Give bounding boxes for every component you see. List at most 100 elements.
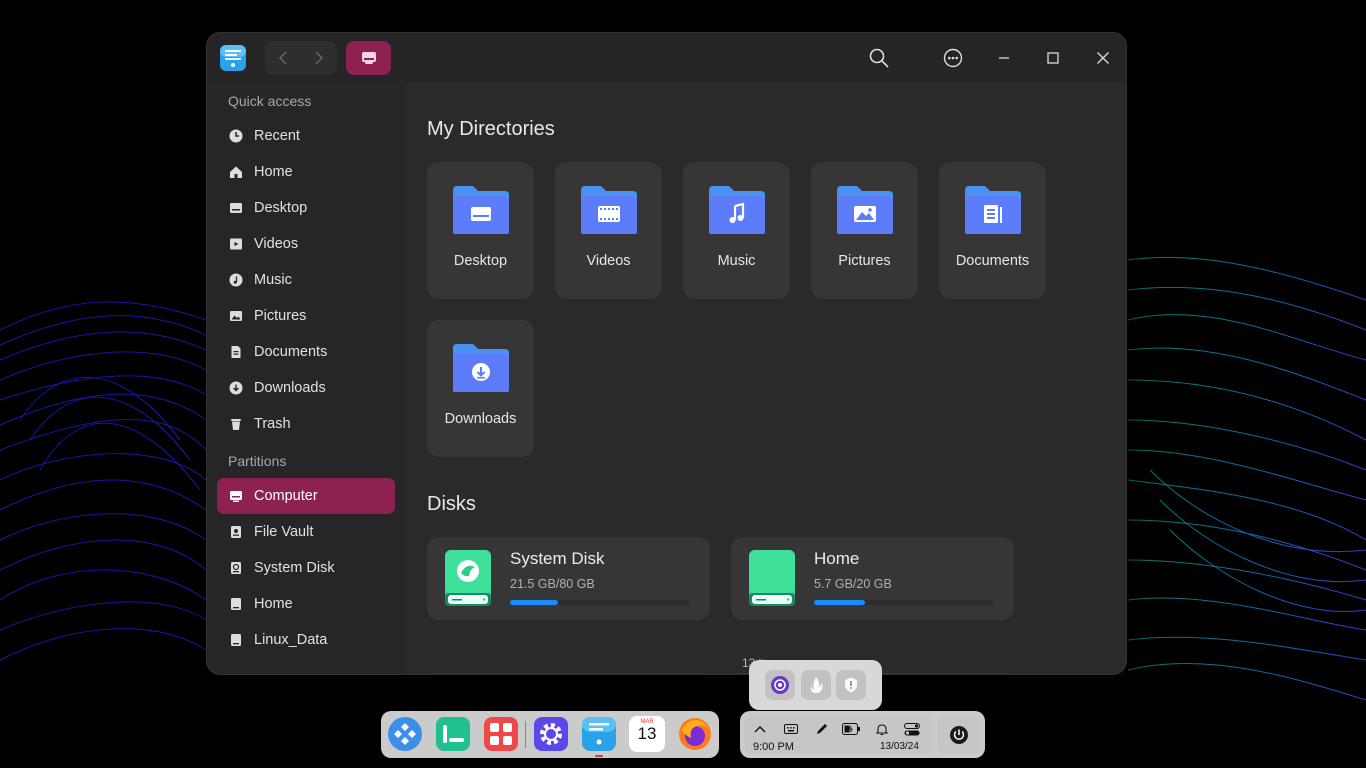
multitask-icon[interactable] — [435, 716, 471, 752]
directory-label: Videos — [586, 253, 631, 269]
sidebar-item-trash[interactable]: Trash — [217, 406, 395, 442]
sidebar-item-music[interactable]: Music — [217, 262, 395, 298]
clock-icon — [229, 129, 243, 143]
disk-card-system-disk[interactable]: System Disk 21.5 GB/80 GB — [427, 537, 710, 620]
disk-usage-fill — [510, 600, 559, 605]
minimize-icon — [999, 57, 1009, 59]
file-manager-window: Quick access Recent Home Desktop Videos … — [206, 32, 1127, 675]
app-store-icon[interactable] — [483, 716, 519, 752]
keyboard-icon — [784, 724, 798, 734]
sidebar-item-recent[interactable]: Recent — [217, 118, 395, 154]
disk-usage-bar — [814, 600, 994, 605]
directory-card-pictures[interactable]: Pictures — [811, 162, 918, 299]
tray-area: 9:00 PM 13/03/24 — [745, 716, 933, 754]
security-tray-button[interactable] — [836, 670, 867, 700]
control-center-tray-button[interactable] — [903, 720, 921, 738]
chevron-right-icon — [315, 51, 324, 65]
sidebar-item-label: Pictures — [254, 308, 307, 324]
close-icon — [1097, 52, 1109, 64]
maximize-button[interactable] — [1041, 46, 1065, 70]
directory-card-downloads[interactable]: Downloads — [427, 320, 534, 457]
theme-tray-button[interactable] — [764, 670, 795, 700]
videos-folder-icon — [581, 186, 637, 234]
sidebar-item-desktop[interactable]: Desktop — [217, 190, 395, 226]
directory-card-documents[interactable]: Documents — [939, 162, 1046, 299]
my-directories-heading: My Directories — [427, 118, 555, 140]
sidebar-item-label: Downloads — [254, 380, 326, 396]
tray-expand-button[interactable] — [751, 720, 769, 738]
file-manager-icon[interactable] — [581, 716, 617, 752]
launcher-icon[interactable] — [387, 716, 423, 752]
downloads-folder-icon — [453, 344, 509, 392]
sidebar-item-home[interactable]: Home — [217, 154, 395, 190]
more-options-icon — [943, 48, 963, 68]
directory-card-music[interactable]: Music — [683, 162, 790, 299]
sidebar-item-videos[interactable]: Videos — [217, 226, 395, 262]
sidebar-item-pictures[interactable]: Pictures — [217, 298, 395, 334]
directory-card-videos[interactable]: Videos — [555, 162, 662, 299]
close-button[interactable] — [1091, 46, 1115, 70]
disk-usage-fill — [814, 600, 866, 605]
sidebar-item-label: Home — [254, 596, 293, 612]
notification-tray-button[interactable] — [873, 720, 891, 738]
back-button[interactable] — [265, 41, 301, 75]
sidebar-item-label: Recent — [254, 128, 300, 144]
minimize-button[interactable] — [992, 46, 1016, 70]
search-button[interactable] — [867, 46, 891, 70]
desktop-icon — [229, 201, 243, 215]
computer-location-button[interactable] — [346, 41, 391, 75]
sidebar-item-label: Computer — [254, 488, 318, 504]
desktop-folder-icon — [453, 186, 509, 234]
pictures-folder-icon — [837, 186, 893, 234]
system-disk-icon — [445, 550, 491, 606]
battery-tray-button[interactable] — [842, 720, 860, 738]
fire-tray-button[interactable] — [800, 670, 831, 700]
sidebar-item-computer[interactable]: Computer — [217, 478, 395, 514]
power-button[interactable] — [938, 716, 979, 754]
sidebar-item-file-vault[interactable]: File Vault — [217, 514, 395, 550]
partitions-heading: Partitions — [228, 453, 287, 469]
dock-separator — [525, 721, 526, 748]
file-manager-icon[interactable] — [219, 44, 247, 72]
disk-name: System Disk — [510, 549, 605, 568]
disk-icon — [229, 633, 243, 647]
keyboard-tray-button[interactable] — [782, 720, 800, 738]
tray-popup — [749, 660, 882, 710]
clock-time[interactable]: 9:00 PM — [753, 741, 794, 753]
quick-access-heading: Quick access — [228, 93, 312, 109]
directory-label: Downloads — [444, 411, 517, 427]
settings-icon[interactable] — [533, 716, 569, 752]
navigation-buttons — [265, 41, 337, 75]
calendar-icon[interactable]: MAR 13 — [629, 716, 665, 752]
sidebar-item-label: Trash — [254, 416, 291, 432]
sidebar-item-label: Home — [254, 164, 293, 180]
directory-card-desktop[interactable]: Desktop — [427, 162, 534, 299]
sidebar-item-system-disk[interactable]: System Disk — [217, 550, 395, 586]
system-tray: 9:00 PM 13/03/24 — [740, 711, 985, 758]
disk-card-partial[interactable] — [427, 673, 710, 674]
sidebar-item-documents[interactable]: Documents — [217, 334, 395, 370]
sidebar-item-linux-data[interactable]: Linux_Data — [217, 622, 395, 658]
pen-tray-button[interactable] — [813, 720, 831, 738]
trash-icon — [229, 417, 243, 431]
music-icon — [229, 273, 243, 287]
menu-button[interactable] — [941, 46, 965, 70]
music-folder-icon — [709, 186, 765, 234]
disk-card-home[interactable]: Home 5.7 GB/20 GB — [731, 537, 1014, 620]
disk-icon — [749, 550, 795, 606]
security-icon — [845, 677, 858, 693]
system-disk-icon — [229, 561, 243, 575]
sidebar-item-home-partition[interactable]: Home — [217, 586, 395, 622]
clock-date[interactable]: 13/03/24 — [880, 741, 919, 752]
disks-heading: Disks — [427, 493, 476, 515]
search-icon — [869, 48, 889, 68]
home-icon — [229, 165, 243, 179]
toggle-icon — [904, 722, 920, 735]
document-icon — [229, 345, 243, 359]
calendar-day: 13 — [637, 724, 657, 743]
forward-button[interactable] — [301, 41, 337, 75]
sidebar-item-downloads[interactable]: Downloads — [217, 370, 395, 406]
title-bar — [207, 33, 1126, 83]
disk-name: Home — [814, 549, 860, 568]
firefox-icon[interactable] — [677, 716, 713, 752]
